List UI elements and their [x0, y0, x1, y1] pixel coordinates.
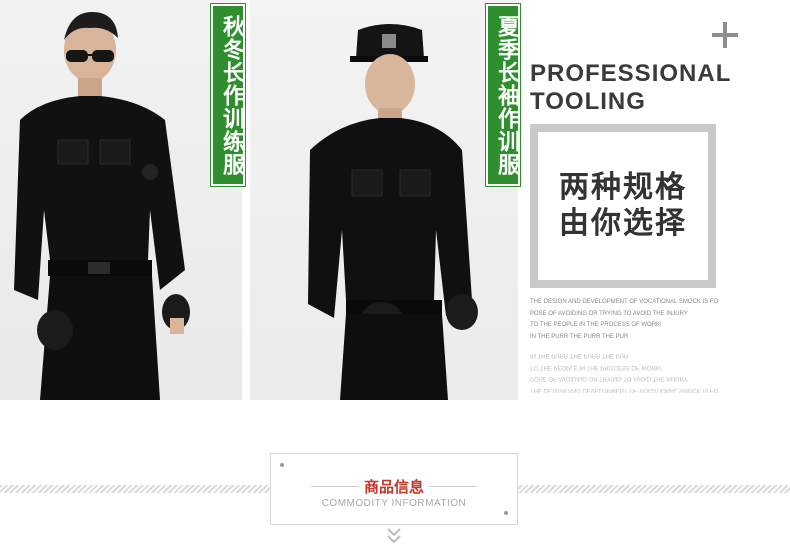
- promo-title-line1: PROFESSIONAL: [530, 60, 732, 87]
- description-line: THE DESIGN AND DEVELOPMENT OF VOCATIONAL…: [530, 299, 719, 305]
- section-title: 商品信息: [363, 478, 424, 496]
- spec-line1: 两种规格: [559, 170, 687, 205]
- promo-title-line2: TOOLING: [530, 88, 646, 115]
- chevron-down-icon[interactable]: [386, 527, 402, 545]
- promo-description-reflection: THE DESIGN AND DEVELOPMENT OF VOCATIONAL…: [530, 349, 730, 395]
- corner-dot: [280, 463, 284, 467]
- description-line: IN THE PURR THE PURR THE PUR: [530, 352, 629, 359]
- product-photo-autumn-winter: [0, 0, 242, 400]
- promo-description: THE DESIGN AND DEVELOPMENT OF VOCATIONAL…: [530, 297, 730, 343]
- spec-choice-box: 两种规格 由你选择: [530, 124, 716, 288]
- description-line: POSE OF AVOIDING OR TRYING TO AVOID THE …: [530, 310, 688, 317]
- section-subtitle: COMMODITY INFORMATION: [321, 498, 467, 509]
- plus-icon[interactable]: [712, 22, 738, 48]
- description-line: IN THE PURR THE PURR THE PUR: [530, 333, 629, 340]
- description-line: TO THE PEOPLE IN THE PROCESS OF WORK!: [530, 364, 662, 370]
- section-header-commodity-info: 商品信息 COMMODITY INFORMATION: [270, 453, 518, 525]
- spec-line2: 由你选择: [559, 206, 687, 241]
- description-line: THE DESIGN AND DEVELOPMENT OF VOCATIONAL…: [530, 387, 719, 393]
- description-line: POSE OF AVOIDING OR TRYING TO AVOID THE …: [530, 375, 688, 382]
- product-photo-summer: [250, 0, 518, 400]
- product-tag-summer: 夏季长袖作训服: [486, 4, 520, 186]
- model-figure: [308, 24, 478, 400]
- product-tag-autumn-winter: 秋冬长作训练服: [211, 4, 245, 186]
- corner-dot: [504, 511, 508, 515]
- model-figure: [14, 12, 190, 400]
- description-line: TO THE PEOPLE IN THE PROCESS OF WORK!: [530, 322, 662, 328]
- promo-title: PROFESSIONAL TOOLING: [530, 60, 731, 116]
